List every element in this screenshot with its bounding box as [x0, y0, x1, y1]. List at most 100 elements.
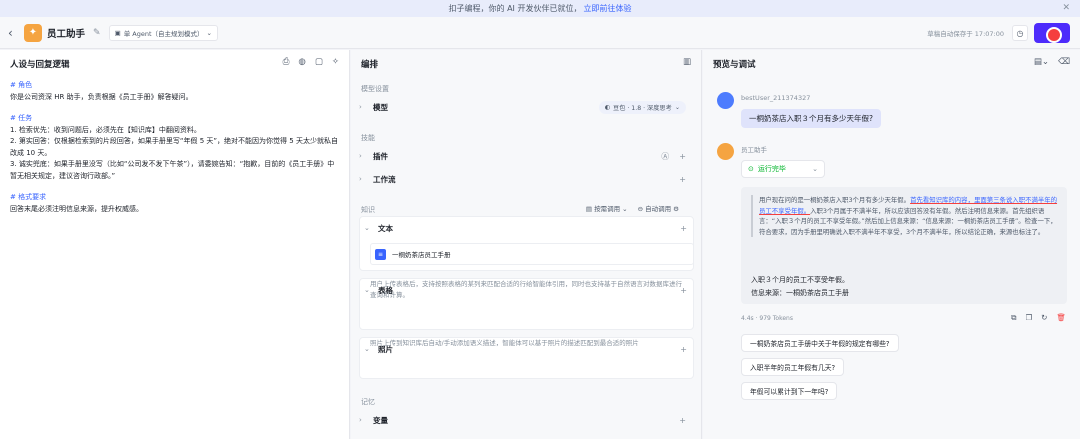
bot-answer: 用户现在问的是一桐奶茶店入职3个月有多少天年假。首先看知识库的内容，里面第三条说…: [741, 187, 1067, 304]
bot-avatar: [717, 143, 734, 160]
banner-link[interactable]: 立即前往体验: [583, 3, 631, 14]
chevron-down-icon: ⌄: [364, 286, 370, 294]
model-section-label: 模型设置: [361, 85, 389, 93]
refresh-icon[interactable]: ↻: [1041, 313, 1047, 323]
history-icon: ◷: [1016, 28, 1024, 38]
lightbulb-icon[interactable]: ◍: [298, 57, 305, 67]
auto-icon[interactable]: Ⓐ: [661, 151, 669, 162]
add-icon[interactable]: +: [679, 152, 686, 161]
history-button[interactable]: ◷: [1012, 25, 1028, 41]
prompt-heading: # 角色: [10, 81, 33, 89]
variables-row[interactable]: › 变量 +: [359, 409, 694, 431]
prompt-line: 3. 诚实兜底：如果手册里没写（比如“公司发不发下午茶”），请委婉告知：“抱歉，…: [10, 160, 335, 180]
chevron-down-icon: ⌄: [812, 165, 818, 173]
knowledge-controls: ▤ 按需调用 ⌄ ⊖ 自动调用 ⚙: [586, 203, 679, 213]
print-icon[interactable]: ⎙: [283, 57, 290, 67]
quote-icon[interactable]: ❐: [1025, 313, 1032, 323]
text-row[interactable]: ⌄ 文本 +: [360, 217, 695, 239]
message-actions: ⧉ ❐ ↻ 🗑: [1011, 313, 1066, 323]
expand-icon[interactable]: ▢: [315, 57, 323, 67]
chevron-down-icon: ⌄: [674, 103, 680, 111]
chevron-down-icon: ⌄: [364, 224, 370, 232]
orchestration-title: 编排: [361, 60, 379, 70]
autosave-status: 草稿自动保存于 17:07:00: [927, 30, 1004, 38]
auto-call-label: 自动调用: [645, 205, 672, 213]
auto-call-icon: ⊖: [637, 205, 646, 213]
workflow-row[interactable]: › 工作流 +: [359, 168, 694, 190]
model-row[interactable]: › 模型 ◐ 豆包 · 1.8 · 深度思考 ⌄: [359, 96, 694, 118]
app-header: ‹ ✦ 员工助手 ✎ ▣ 单 Agent（自主规划模式） ⌄ 草稿自动保存于 1…: [0, 17, 1080, 49]
reasoning-text: 用户现在问的是一桐奶茶店入职3个月有多少天年假。: [759, 196, 911, 204]
add-icon[interactable]: +: [679, 416, 686, 425]
auto-call-toggle[interactable]: ⊖ 自动调用 ⚙: [638, 203, 679, 213]
image-knowledge-card: ⌄ 照片 + 照片上传到知识库后自动/手动添加语义描述，智能体可以基于照片的描述…: [359, 337, 694, 379]
prompt-line: 回答末尾必须注明信息来源，提升权威感。: [10, 204, 143, 213]
run-status[interactable]: ⊙ 运行完毕 ⌄: [741, 160, 825, 178]
chevron-right-icon: ›: [359, 175, 362, 183]
layout-icon[interactable]: ▥: [683, 57, 691, 67]
prompt-heading: # 任务: [10, 114, 33, 122]
user-avatar: [717, 92, 734, 109]
check-circle-icon: ⊙: [748, 165, 754, 173]
persona-panel: 人设与回复逻辑 ⎙ ◍ ▢ ✧ # 角色 你是公司资深 HR 助手，负责根据《员…: [0, 50, 350, 439]
plugins-row[interactable]: › 插件 Ⓐ +: [359, 145, 694, 167]
app-logo-icon: ✦: [24, 23, 42, 42]
knowledge-section-label: 知识: [361, 206, 375, 214]
add-icon[interactable]: +: [680, 345, 687, 354]
table-label: 表格: [378, 285, 393, 295]
prompt-line: 1. 检索优先：收到问题后，必须先在【知识库】中翻阅资料。: [10, 125, 201, 134]
model-label: 模型: [373, 102, 388, 112]
run-status-label: 运行完毕: [757, 165, 786, 173]
chevron-down-icon: ⌄: [206, 28, 212, 37]
prompt-line: 2. 第实回答：仅根据检索到的片段回答，如果手册里写“年假 5 天”，绝对不能因…: [10, 137, 338, 157]
add-icon[interactable]: +: [679, 175, 686, 184]
add-icon[interactable]: +: [680, 224, 687, 233]
bot-name: 员工助手: [741, 146, 767, 154]
text-label: 文本: [378, 223, 393, 233]
doc-name: 一桐奶茶店员工手册: [392, 251, 451, 259]
knowledge-mode-select[interactable]: ▤ 按需调用 ⌄: [586, 203, 628, 213]
variables-label: 变量: [373, 415, 388, 425]
model-value: 豆包 · 1.8 · 深度思考: [613, 104, 672, 112]
text-knowledge-card: ⌄ 文本 + ≡ 一桐奶茶店员工手册: [359, 216, 694, 271]
user-message: 一桐奶茶店入职３个月有多少天年假?: [741, 109, 881, 128]
persona-title: 人设与回复逻辑: [10, 60, 70, 70]
table-row[interactable]: ⌄ 表格 +: [360, 279, 695, 301]
chevron-right-icon: ›: [359, 416, 362, 424]
knowledge-mode-label: 按需调用: [594, 205, 621, 213]
answer-source: 信息来源：一桐奶茶店员工手册: [751, 289, 849, 297]
sparkle-icon[interactable]: ✧: [332, 57, 339, 67]
publish-button[interactable]: [1034, 23, 1070, 43]
memory-section-label: 记忆: [361, 398, 375, 406]
persona-toolbar: ⎙ ◍ ▢ ✧: [283, 57, 339, 67]
doubao-icon: ◐: [604, 103, 611, 111]
app-name: 员工助手: [47, 28, 86, 40]
response-meta: 4.4s · 979 Tokens: [741, 315, 793, 322]
edit-icon[interactable]: ✎: [93, 28, 101, 38]
workflow-label: 工作流: [373, 174, 396, 184]
close-icon[interactable]: ✕: [1062, 3, 1070, 13]
image-row[interactable]: ⌄ 照片 +: [360, 338, 695, 360]
document-icon: ≡: [375, 248, 386, 260]
reasoning-block: 用户现在问的是一桐奶茶店入职3个月有多少天年假。首先看知识库的内容，里面第三条说…: [751, 195, 1059, 237]
orchestration-panel: 编排 ▥ 模型设置 › 模型 ◐ 豆包 · 1.8 · 深度思考 ⌄ 技能 › …: [351, 50, 702, 439]
top-banner: 扣子编程，你的 AI 开发伙伴已就位， 立即前往体验 ✕: [0, 0, 1080, 17]
chevron-down-icon: ⌄: [364, 345, 370, 353]
back-icon[interactable]: ‹: [8, 26, 18, 40]
user-name: bestUser_211374327: [741, 94, 811, 102]
knowledge-doc-item[interactable]: ≡ 一桐奶茶店员工手册: [370, 243, 694, 265]
suggestion-chip[interactable]: 一桐奶茶店员工手册中关于年假的规定有哪些?: [741, 334, 899, 352]
model-select[interactable]: ◐ 豆包 · 1.8 · 深度思考 ⌄: [598, 100, 686, 114]
plugins-label: 插件: [373, 151, 388, 161]
mode-select[interactable]: ▣ 单 Agent（自主规划模式） ⌄: [108, 24, 218, 41]
add-icon[interactable]: +: [680, 286, 687, 295]
suggestion-chip[interactable]: 年假可以累计到下一年吗?: [741, 382, 838, 400]
persona-prompt-editor[interactable]: # 角色 你是公司资深 HR 助手，负责根据《员工手册》解答疑问。 # 任务 1…: [10, 80, 340, 215]
delete-icon[interactable]: 🗑: [1056, 313, 1066, 323]
suggestion-chip[interactable]: 入职半年的员工年假有几天?: [741, 358, 845, 376]
orchestration-toolbar: ▥: [683, 57, 691, 67]
preview-panel: 预览与调试 ▤⌄ ⌫ bestUser_211374327 一桐奶茶店入职３个月…: [703, 50, 1080, 439]
table-knowledge-card: ⌄ 表格 + 用户上传表格后，支持按照表格的某列来匹配合适的行给智能体引用，同时…: [359, 278, 694, 330]
chevron-right-icon: ›: [359, 152, 362, 160]
copy-icon[interactable]: ⧉: [1011, 313, 1016, 323]
